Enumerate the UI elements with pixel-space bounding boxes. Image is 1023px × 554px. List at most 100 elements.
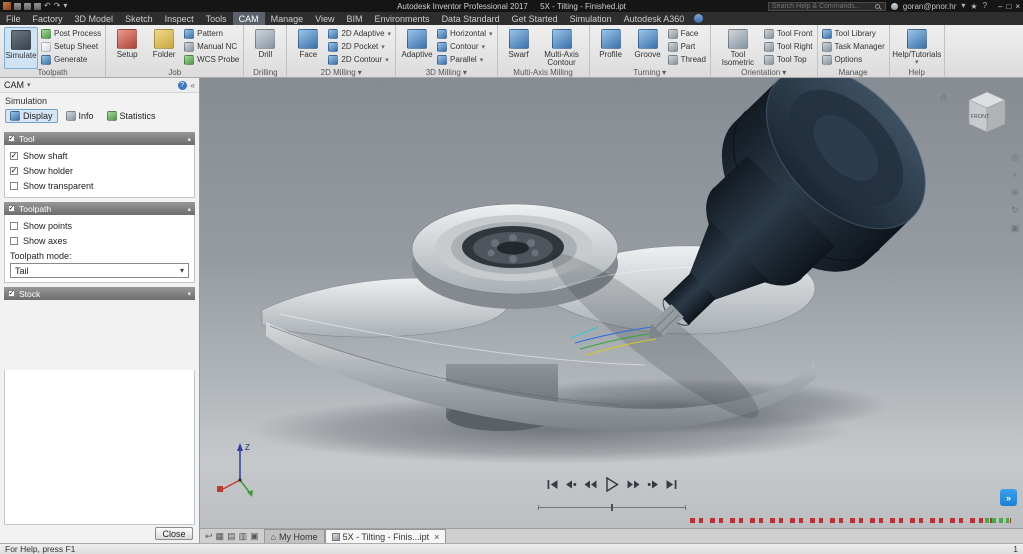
parallel-button[interactable]: Parallel ▾ [437,53,493,66]
tab-sketch[interactable]: Sketch [119,12,159,25]
show-points-row[interactable]: Show points [10,218,189,233]
tile-view-icon[interactable]: ▦ [216,531,225,542]
tab-autodesk-a360[interactable]: Autodesk A360 [618,12,691,25]
maximize-button[interactable]: □ [1006,2,1011,11]
turning-part-button[interactable]: Part [668,40,706,53]
2d-adaptive-button[interactable]: 2D Adaptive ▾ [328,27,391,40]
drill-button[interactable]: Drill [248,27,282,69]
search-icon[interactable] [875,4,880,9]
group-label-orientation[interactable]: Orientation▾ [711,67,817,77]
tab-view[interactable]: View [309,12,340,25]
tab-cam[interactable]: CAM [233,12,265,25]
show-holder-row[interactable]: ✓ Show holder [10,163,189,178]
tab-bim[interactable]: BIM [341,12,369,25]
contour-button[interactable]: Contour ▾ [437,40,493,53]
skip-to-start-button[interactable] [547,479,558,490]
help-menu-icon[interactable]: ? [983,2,987,10]
search-input[interactable] [772,3,872,10]
face-button[interactable]: Face [291,27,325,69]
tool-isometric-button[interactable]: Tool Isometric [715,27,761,69]
save-icon[interactable] [34,3,41,10]
post-process-button[interactable]: Post Process [41,27,101,40]
fast-forward-button[interactable] [627,479,640,490]
tab-manage[interactable]: Manage [265,12,310,25]
task-manager-button[interactable]: Task Manager [822,40,885,53]
help-search-box[interactable] [768,2,886,11]
rewind-button[interactable] [584,479,597,490]
user-menu-caret-icon[interactable]: ▾ [961,2,965,10]
tab-tools[interactable]: Tools [200,12,233,25]
turning-thread-button[interactable]: Thread [668,53,706,66]
manual-nc-button[interactable]: Manual NC [184,40,239,53]
turning-face-button[interactable]: Face [668,27,706,40]
tab-environments[interactable]: Environments [369,12,436,25]
group-label-turning[interactable]: Turning▾ [590,67,710,77]
toolpath-section-chevron-icon[interactable]: ▴ [187,205,191,213]
horizontal-button[interactable]: Horizontal ▾ [437,27,493,40]
single-view-icon[interactable]: ▣ [250,531,259,542]
panel-help-icon[interactable]: ? [178,81,187,90]
simulate-button[interactable]: Simulate [4,27,38,69]
setup-sheet-button[interactable]: Setup Sheet [41,40,101,53]
group-label-drilling[interactable]: Drilling [244,67,286,77]
pan-icon[interactable]: + [1009,170,1021,180]
user-account-button[interactable]: goran@pnor.hr [903,2,957,11]
group-label-2d-milling[interactable]: 2D Milling▾ [287,67,395,77]
view-cube[interactable]: ⌂ FRONT [939,86,1013,142]
show-transparent-row[interactable]: Show transparent [10,178,189,193]
screencast-icon[interactable]: » [1000,489,1017,506]
stock-visible-checkbox[interactable]: ✓ [8,290,15,297]
tool-top-button[interactable]: Tool Top [764,53,813,66]
show-axes-row[interactable]: Show axes [10,233,189,248]
tab-inspect[interactable]: Inspect [159,12,200,25]
groove-button[interactable]: Groove [631,27,665,69]
group-label-multi-axis[interactable]: Multi-Axis Milling [498,67,589,77]
group-label-job[interactable]: Job [106,67,243,77]
show-shaft-row[interactable]: ✓ Show shaft [10,148,189,163]
slider-handle[interactable] [611,504,613,511]
toolpath-section-header[interactable]: ✓ Toolpath ▴ [4,202,195,215]
simulation-progress-slider[interactable] [538,507,686,508]
close-button[interactable]: × [1015,2,1020,11]
tab-file[interactable]: File [0,12,27,25]
ribbon-options-icon[interactable] [694,14,703,23]
panel-collapse-icon[interactable]: « [191,81,195,90]
open-file-icon[interactable] [24,3,31,10]
show-points-checkbox[interactable] [10,222,18,230]
qat-menu-icon[interactable]: ▾ [63,2,67,10]
panel-title-caret-icon[interactable]: ▾ [27,81,31,89]
toolpath-mode-select[interactable]: Tail ▾ [10,263,189,278]
viewport-3d[interactable]: ⌂ FRONT ◎ + ⊕ ↻ ▣ Z [200,78,1023,528]
generate-button[interactable]: Generate [41,53,101,66]
display-button[interactable]: Display [5,109,58,123]
multi-axis-contour-button[interactable]: Multi-Axis Contour [539,27,585,69]
minimize-button[interactable]: – [998,2,1002,11]
tab-data-standard[interactable]: Data Standard [436,12,506,25]
toolpath-visible-checkbox[interactable]: ✓ [8,205,15,212]
group-label-manage[interactable]: Manage [818,67,889,77]
return-icon[interactable]: ↩ [205,531,213,542]
adaptive-button[interactable]: Adaptive [400,27,434,69]
profile-button[interactable]: Profile [594,27,628,69]
skip-to-end-button[interactable] [666,479,677,490]
inventor-app-icon[interactable] [3,2,11,10]
group-label-help[interactable]: Help [890,67,944,77]
zoom-icon[interactable]: ⊕ [1009,187,1021,198]
steering-wheel-icon[interactable]: ◎ [1009,152,1021,163]
show-holder-checkbox[interactable]: ✓ [10,167,18,175]
favorites-icon[interactable]: ★ [970,2,977,11]
cutting-tool[interactable] [582,78,956,407]
folder-button[interactable]: Folder [147,27,181,69]
group-label-3d-milling[interactable]: 3D Milling▾ [396,67,497,77]
tool-right-button[interactable]: Tool Right [764,40,813,53]
statistics-button[interactable]: Statistics [102,109,161,123]
show-transparent-checkbox[interactable] [10,182,18,190]
info-button[interactable]: Info [61,109,99,123]
2d-pocket-button[interactable]: 2D Pocket ▾ [328,40,391,53]
tab-get-started[interactable]: Get Started [506,12,564,25]
tab-document-active[interactable]: 5X - Tilting - Finis...ipt × [325,529,447,543]
swarf-button[interactable]: Swarf [502,27,536,69]
play-button[interactable] [604,476,620,493]
tool-library-button[interactable]: Tool Library [822,27,885,40]
setup-button[interactable]: Setup [110,27,144,69]
